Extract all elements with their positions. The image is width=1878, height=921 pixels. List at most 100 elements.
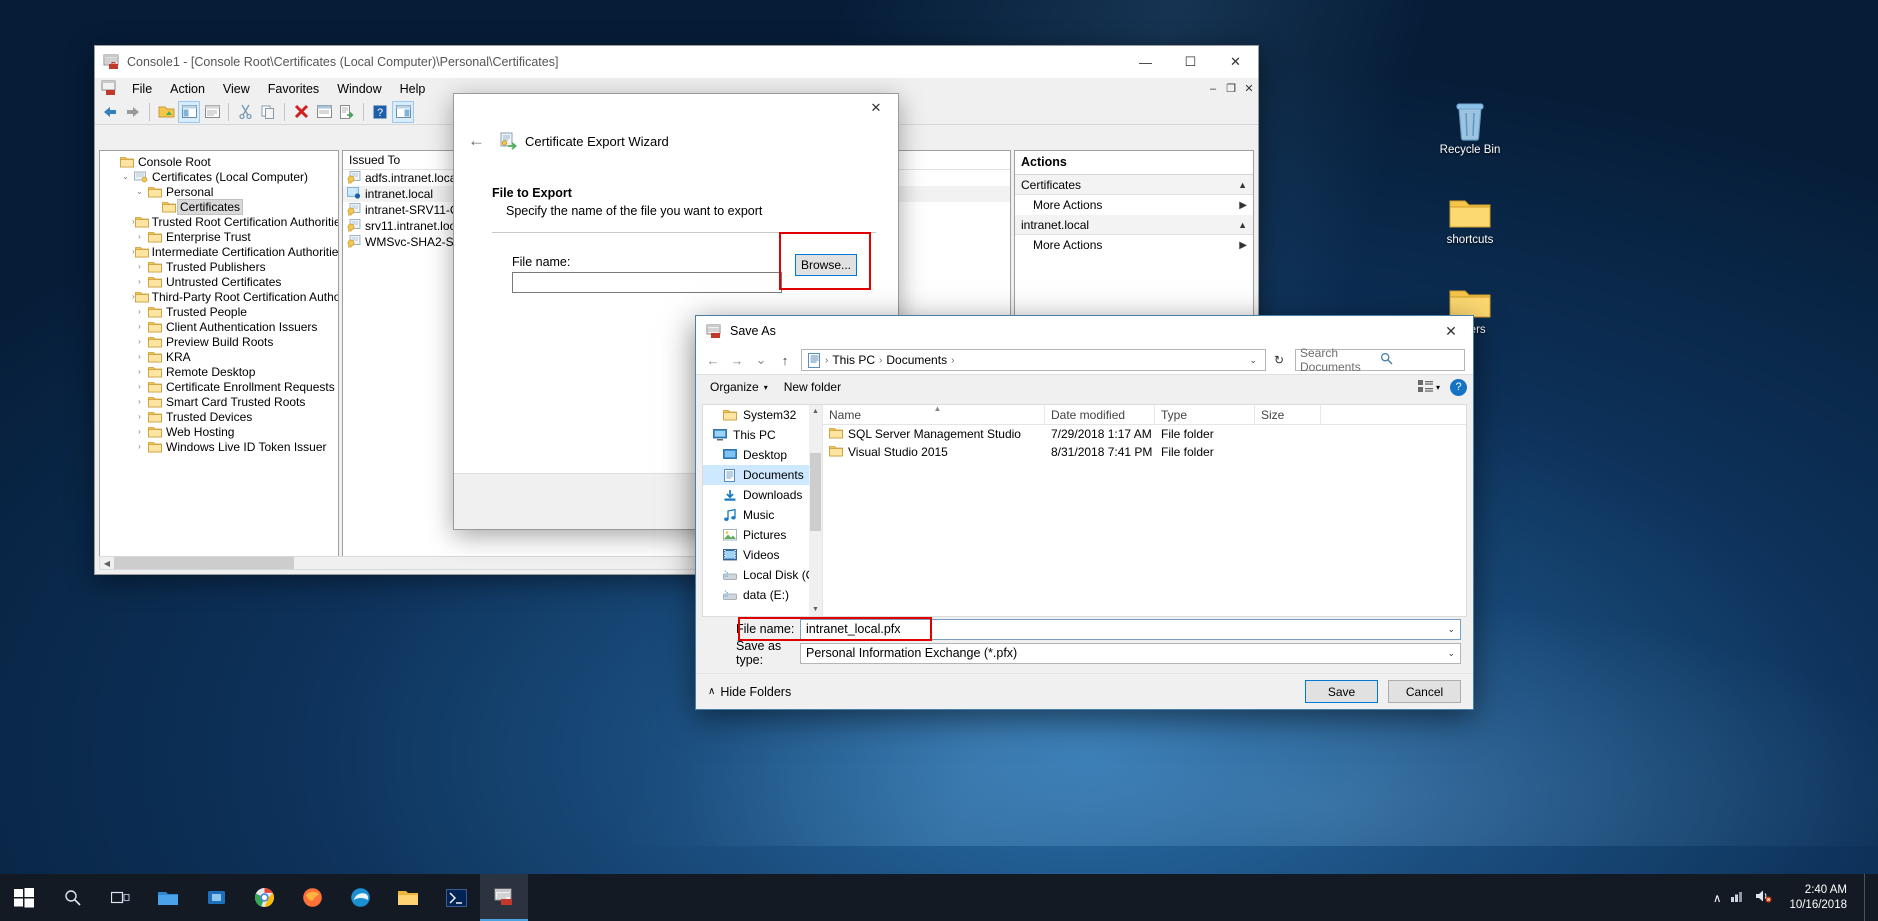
mmc-title-bar[interactable]: Console1 - [Console Root\Certificates (L… xyxy=(95,46,1258,78)
save-as-dialog[interactable]: Save As ✕ ← → ⌄ ↑ › This PC › Documents … xyxy=(695,315,1474,710)
menu-help[interactable]: Help xyxy=(391,80,435,98)
organize-button[interactable]: Organize ▾ xyxy=(702,378,776,396)
mmc-icon[interactable] xyxy=(480,874,528,921)
tree-expander-icon[interactable]: › xyxy=(132,322,147,331)
scroll-up-button[interactable]: ▲ xyxy=(809,405,822,418)
copy-icon[interactable] xyxy=(257,101,279,123)
navigation-pane[interactable]: System32 This PC Desktop Documents Downloads… xyxy=(703,405,823,616)
child-minimize-button[interactable]: – xyxy=(1204,80,1222,98)
minimize-button[interactable]: — xyxy=(1123,46,1168,78)
tree-item-certificate-enrollment-requests[interactable]: › Certificate Enrollment Requests xyxy=(100,379,338,394)
search-icon[interactable] xyxy=(48,874,96,921)
tree-item-third-party-root-certification-authorities[interactable]: ›Third-Party Root Certification Authorit… xyxy=(100,289,338,304)
change-view-button[interactable]: ▾ xyxy=(1414,378,1444,397)
scrollbar-thumb[interactable] xyxy=(810,453,821,531)
scroll-left-button[interactable]: ◀ xyxy=(100,557,114,569)
delete-icon[interactable] xyxy=(290,101,312,123)
tree-item-web-hosting[interactable]: › Web Hosting xyxy=(100,424,338,439)
show-hidden-icons-button[interactable]: ∧ xyxy=(1713,891,1721,905)
search-input[interactable]: Search Documents xyxy=(1295,346,1465,374)
start-button[interactable] xyxy=(0,874,48,921)
tree-item-intermediate-certification-authorities[interactable]: › Intermediate Certification Authorities xyxy=(100,244,338,259)
tree-expander-icon[interactable]: ⌄ xyxy=(118,172,133,181)
help-icon[interactable]: ? xyxy=(369,101,391,123)
file-list-pane[interactable]: ▲ Name Date modified Type Size SQL Serve… xyxy=(823,404,1466,616)
tree-expander-icon[interactable]: › xyxy=(132,232,147,241)
file-list-header[interactable]: ▲ Name Date modified Type Size xyxy=(823,404,1466,425)
tree-item-trusted-devices[interactable]: › Trusted Devices xyxy=(100,409,338,424)
tree-expander-icon[interactable]: › xyxy=(132,352,147,361)
tree-item-windows-live-id-token-issuer[interactable]: › Windows Live ID Token Issuer xyxy=(100,439,338,454)
show-desktop-button[interactable] xyxy=(1864,874,1872,921)
task-view-icon[interactable] xyxy=(96,874,144,921)
save-as-close-button[interactable]: ✕ xyxy=(1429,316,1473,346)
taskbar[interactable]: ∧ 2:40 AM 10/16/2018 xyxy=(0,874,1878,921)
child-restore-button[interactable]: ❐ xyxy=(1222,80,1240,98)
breadcrumb-documents[interactable]: Documents xyxy=(883,353,950,367)
nav-item-local-disk-c[interactable]: Local Disk (C:) xyxy=(703,565,822,585)
tree-item-trusted-publishers[interactable]: › Trusted Publishers xyxy=(100,259,338,274)
export-list-icon[interactable] xyxy=(336,101,358,123)
nav-back-button[interactable]: ← xyxy=(702,349,724,371)
file-explorer-icon[interactable] xyxy=(384,874,432,921)
nav-item-desktop[interactable]: Desktop xyxy=(703,445,822,465)
tree-item-kra[interactable]: › KRA xyxy=(100,349,338,364)
tree-item-certificates[interactable]: Certificates xyxy=(100,198,338,215)
menu-favorites[interactable]: Favorites xyxy=(259,80,328,98)
back-arrow-icon[interactable] xyxy=(99,101,121,123)
breadcrumb-this-pc[interactable]: This PC xyxy=(829,353,878,367)
edge-icon[interactable] xyxy=(336,874,384,921)
help-button[interactable]: ? xyxy=(1450,378,1467,396)
nav-item-system32[interactable]: System32 xyxy=(703,405,822,425)
action-group-certificates[interactable]: Certificates ▲ xyxy=(1015,175,1253,195)
console-tree[interactable]: Console Root ⌄ Certificates (Local Compute… xyxy=(100,151,338,454)
chevron-up-icon[interactable]: ▲ xyxy=(1238,180,1247,190)
powershell-icon[interactable] xyxy=(432,874,480,921)
save-as-navigation-bar[interactable]: ← → ⌄ ↑ › This PC › Documents › ⌄ ↻ Sear… xyxy=(696,346,1473,374)
desktop-icon-recycle-bin[interactable]: Recycle Bin xyxy=(1425,95,1515,157)
file-rows[interactable]: SQL Server Management Studio 7/29/2018 1:… xyxy=(823,425,1466,461)
save-as-title-bar[interactable]: Save As ✕ xyxy=(696,316,1473,346)
explorer-blue-icon[interactable] xyxy=(144,874,192,921)
menu-action[interactable]: Action xyxy=(161,80,214,98)
save-as-toolbar[interactable]: Organize ▾ New folder ▾ ? xyxy=(696,374,1473,399)
new-folder-button[interactable]: New folder xyxy=(776,378,849,396)
tree-expander-icon[interactable]: › xyxy=(132,337,147,346)
tree-expander-icon[interactable]: › xyxy=(132,307,147,316)
tree-expander-icon[interactable]: › xyxy=(132,367,147,376)
chevron-down-icon[interactable]: ⌄ xyxy=(1447,648,1455,659)
wizard-title-bar[interactable]: ✕ xyxy=(454,94,898,124)
tree-item-enterprise-trust[interactable]: › Enterprise Trust xyxy=(100,229,338,244)
tree-item-untrusted-certificates[interactable]: › Untrusted Certificates xyxy=(100,274,338,289)
refresh-icon[interactable]: ↻ xyxy=(1268,349,1290,371)
chevron-up-icon[interactable]: ▲ xyxy=(1238,220,1247,230)
nav-item-downloads[interactable]: Downloads xyxy=(703,485,822,505)
tree-expander-icon[interactable]: › xyxy=(132,397,147,406)
tree-item-trusted-people[interactable]: › Trusted People xyxy=(100,304,338,319)
nav-item-videos[interactable]: Videos xyxy=(703,545,822,565)
wizard-file-name-input[interactable] xyxy=(512,272,782,293)
tree-item-preview-build-roots[interactable]: › Preview Build Roots xyxy=(100,334,338,349)
show-hide-console-tree-icon[interactable] xyxy=(178,100,200,123)
cancel-button[interactable]: Cancel xyxy=(1388,680,1461,703)
nav-forward-button[interactable]: → xyxy=(726,349,748,371)
forward-arrow-icon[interactable] xyxy=(122,101,144,123)
nav-item-documents[interactable]: Documents xyxy=(703,465,822,485)
cut-icon[interactable] xyxy=(234,101,256,123)
navigation-list[interactable]: System32 This PC Desktop Documents Downloads… xyxy=(703,405,822,605)
close-button[interactable]: ✕ xyxy=(1213,46,1258,78)
scroll-down-button[interactable]: ▼ xyxy=(809,603,822,616)
hide-folders-button[interactable]: ∧ Hide Folders xyxy=(708,685,791,699)
address-dropdown-button[interactable]: ⌄ xyxy=(1243,355,1263,366)
save-button[interactable]: Save xyxy=(1305,680,1378,703)
search-icon[interactable] xyxy=(1380,352,1460,368)
properties-window-icon[interactable] xyxy=(201,101,223,123)
tree-expander-icon[interactable]: ⌄ xyxy=(132,187,147,196)
console-tree-pane[interactable]: Console Root ⌄ Certificates (Local Compute… xyxy=(99,150,339,570)
up-folder-icon[interactable] xyxy=(155,101,177,123)
network-icon[interactable] xyxy=(1730,889,1746,906)
nav-up-button[interactable]: ↑ xyxy=(774,349,796,371)
wizard-close-button[interactable]: ✕ xyxy=(854,94,898,122)
tree-item-client-authentication-issuers[interactable]: › Client Authentication Issuers xyxy=(100,319,338,334)
column-header-date-modified[interactable]: Date modified xyxy=(1045,405,1155,424)
